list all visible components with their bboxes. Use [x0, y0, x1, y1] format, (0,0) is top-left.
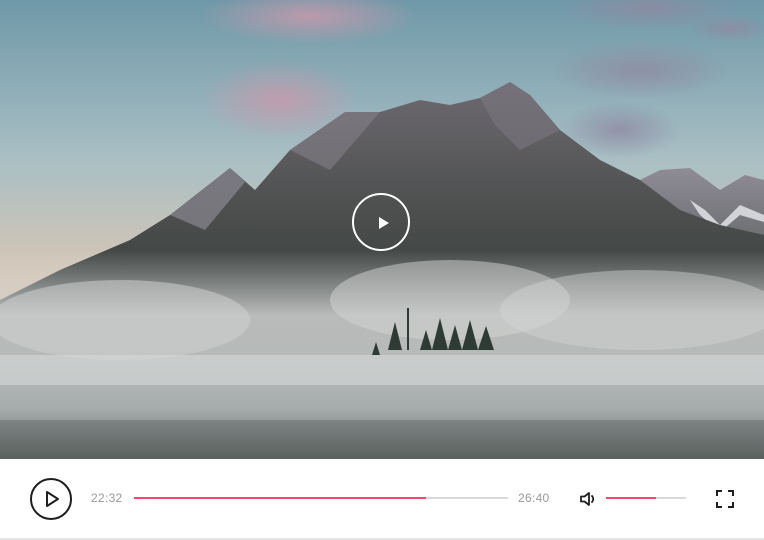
progress-bar[interactable] [134, 497, 508, 499]
volume-slider[interactable] [606, 497, 686, 499]
current-time: 22:32 [91, 491, 123, 505]
video-player: 22:32 26:40 [0, 0, 764, 540]
volume-fill [606, 497, 657, 499]
play-icon [379, 217, 389, 229]
control-bar: 22:32 26:40 [0, 459, 764, 539]
progress-fill [134, 497, 426, 499]
total-time: 26:40 [518, 491, 550, 505]
center-play-button[interactable] [352, 193, 410, 251]
play-button[interactable] [30, 478, 72, 520]
fullscreen-button[interactable] [716, 490, 734, 508]
volume-icon [580, 492, 595, 506]
volume-button[interactable] [578, 489, 598, 509]
fullscreen-icon [716, 490, 734, 508]
play-icon [46, 491, 59, 507]
video-frame[interactable] [0, 0, 764, 459]
